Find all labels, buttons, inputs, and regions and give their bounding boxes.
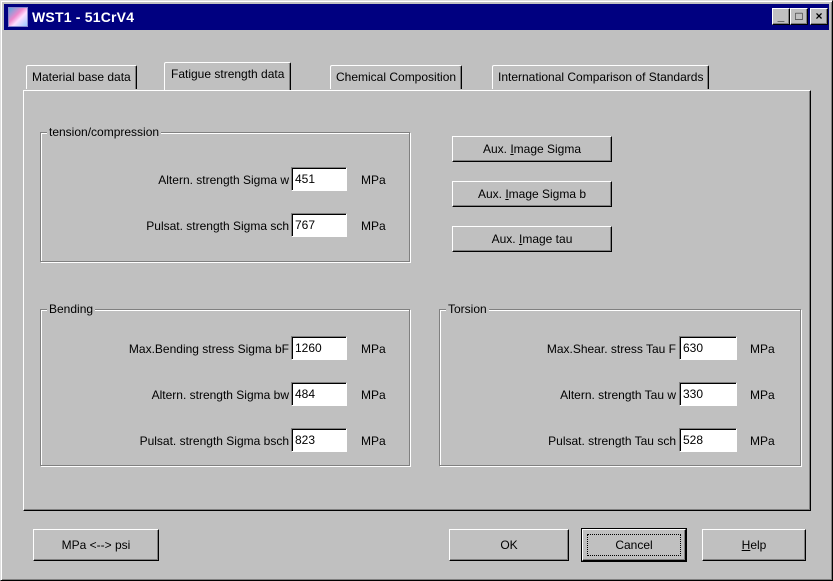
tab-chemical-composition[interactable]: Chemical Composition [330,65,463,89]
tab-material-base-data[interactable]: Material base data [26,65,137,89]
group-legend-tension: tension/compression [47,125,162,139]
close-button[interactable]: × [810,8,828,25]
unit-mpa: MPa [750,388,775,402]
tab-panel-fatigue: tension/compression Altern. strength Sig… [23,90,811,511]
input-pulsat-strength-sigma-bsch[interactable]: 823 [291,428,347,452]
dialog-window: WST1 - 51CrV4 _ □ × Material base data F… [0,0,833,581]
group-legend-torsion: Torsion [446,302,489,316]
label-altern-strength-sigma-bw: Altern. strength Sigma bw [151,388,289,402]
tab-international-comparison[interactable]: International Comparison of Standards [492,65,710,89]
label-pulsat-strength-tau-sch: Pulsat. strength Tau sch [548,434,676,448]
group-tension-compression: tension/compression Altern. strength Sig… [40,125,410,262]
maximize-button[interactable]: □ [790,8,808,25]
input-pulsat-strength-tau-sch[interactable]: 528 [679,428,737,452]
unit-mpa: MPa [750,342,775,356]
label-altern-strength-tau-w: Altern. strength Tau w [560,388,676,402]
unit-mpa: MPa [361,219,386,233]
input-altern-strength-tau-w[interactable]: 330 [679,382,737,406]
app-icon [8,7,28,27]
title-bar[interactable]: WST1 - 51CrV4 _ □ × [4,4,829,30]
input-altern-strength-sigma-w[interactable]: 451 [291,167,347,191]
tab-fatigue-strength-data[interactable]: Fatigue strength data [164,62,292,90]
unit-convert-button[interactable]: MPa <--> psi [33,529,159,561]
label-pulsat-strength-sigma-sch: Pulsat. strength Sigma sch [146,219,289,233]
ok-button[interactable]: OK [449,529,569,561]
input-max-bending-stress[interactable]: 1260 [291,336,347,360]
aux-image-tau-button[interactable]: Aux. Image tau [452,226,612,252]
input-altern-strength-sigma-bw[interactable]: 484 [291,382,347,406]
group-torsion: Torsion Max.Shear. stress Tau F 630 MPa … [439,302,801,466]
help-button[interactable]: Help [702,529,806,561]
label-max-bending-stress: Max.Bending stress Sigma bF [128,342,289,356]
group-legend-bending: Bending [47,302,96,316]
label-pulsat-strength-sigma-bsch: Pulsat. strength Sigma bsch [139,434,289,448]
label-max-shear-stress: Max.Shear. stress Tau F [546,342,676,356]
unit-mpa: MPa [361,388,386,402]
group-bending: Bending Max.Bending stress Sigma bF 1260… [40,302,410,466]
unit-mpa: MPa [361,342,386,356]
input-pulsat-strength-sigma-sch[interactable]: 767 [291,213,347,237]
cancel-button[interactable]: Cancel [581,528,687,562]
aux-image-sigma-button[interactable]: Aux. Image Sigma [452,136,612,162]
label-altern-strength-sigma-w: Altern. strength Sigma w [158,173,289,187]
unit-mpa: MPa [750,434,775,448]
unit-mpa: MPa [361,173,386,187]
window-title: WST1 - 51CrV4 [32,9,135,25]
minimize-button[interactable]: _ [772,8,790,25]
input-max-shear-stress[interactable]: 630 [679,336,737,360]
aux-image-sigma-b-button[interactable]: Aux. Image Sigma b [452,181,612,207]
unit-mpa: MPa [361,434,386,448]
